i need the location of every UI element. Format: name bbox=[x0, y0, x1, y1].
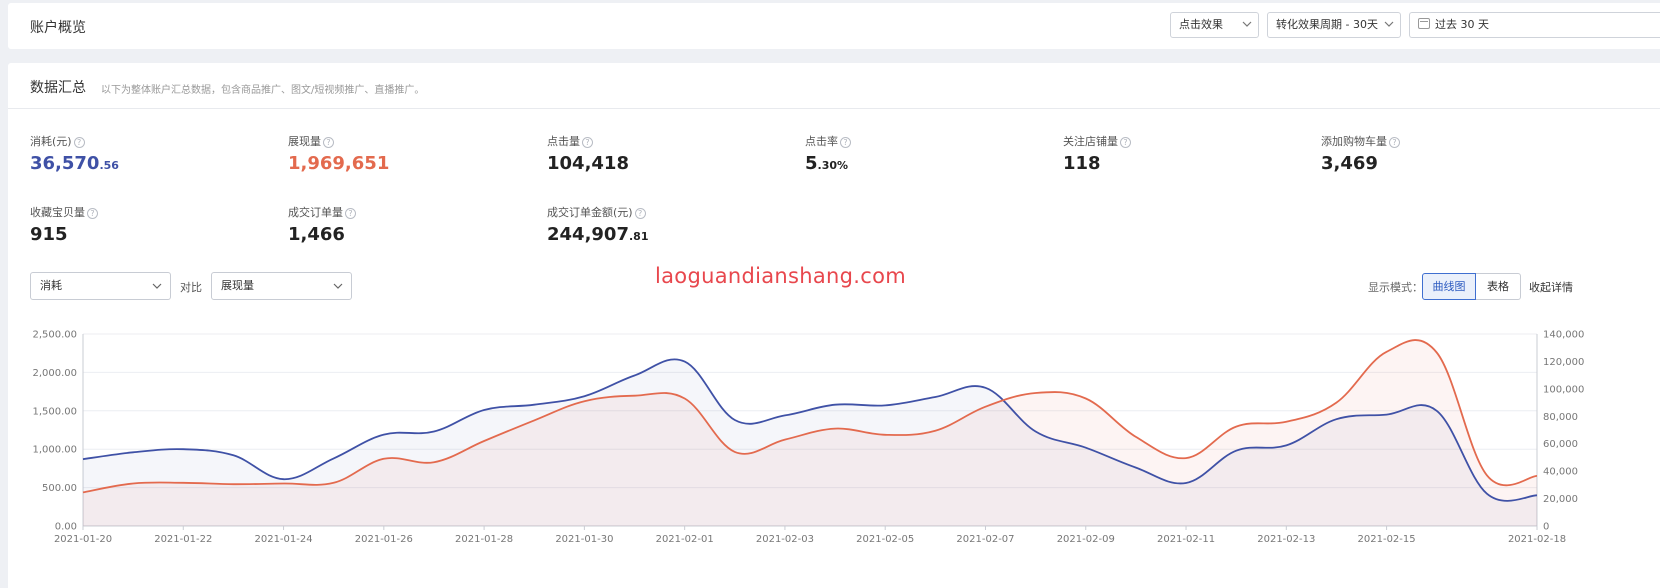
x-tick-label: 2021-01-26 bbox=[355, 534, 413, 545]
y-tick-label: 0.00 bbox=[55, 522, 77, 533]
metric-shop-follows: 关注店铺量? 118 bbox=[1063, 133, 1131, 174]
metric-value: 5 bbox=[805, 153, 818, 174]
page-title: 账户概览 bbox=[30, 20, 86, 36]
collapse-details-link[interactable]: 收起详情 bbox=[1529, 279, 1573, 295]
watermark-text: laoguandianshang.com bbox=[655, 264, 906, 288]
date-range-picker[interactable]: 过去 30 天 bbox=[1409, 12, 1660, 38]
click-effect-select-label: 点击效果 bbox=[1179, 18, 1223, 31]
metric-value: 118 bbox=[1063, 153, 1101, 174]
metric-favorites: 收藏宝贝量? 915 bbox=[30, 204, 98, 245]
metric-impressions: 展现量? 1,969,651 bbox=[288, 133, 389, 174]
y-tick-label: 1,500.00 bbox=[32, 406, 77, 417]
x-tick-label: 2021-02-15 bbox=[1358, 534, 1416, 545]
x-tick-label: 2021-01-30 bbox=[555, 534, 613, 545]
x-tick-label: 2021-02-11 bbox=[1157, 534, 1215, 545]
help-icon[interactable]: ? bbox=[87, 208, 98, 219]
summary-header: 数据汇总 以下为整体账户汇总数据，包含商品推广、图文/短视频推广、直播推广。 bbox=[8, 63, 1660, 109]
metric-value: 3,469 bbox=[1321, 153, 1378, 174]
y-tick-label: 2,500.00 bbox=[32, 330, 77, 341]
x-tick-label: 2021-02-09 bbox=[1057, 534, 1115, 545]
click-effect-select[interactable]: 点击效果 bbox=[1170, 12, 1259, 38]
metric-value-decimal: .81 bbox=[628, 230, 649, 243]
y-right-tick-label: 100,000 bbox=[1543, 384, 1584, 395]
conversion-period-select[interactable]: 转化效果周期 - 30天 bbox=[1267, 12, 1401, 38]
date-range-label: 过去 30 天 bbox=[1435, 18, 1489, 31]
x-tick-label: 2021-02-01 bbox=[656, 534, 714, 545]
y-right-tick-label: 140,000 bbox=[1543, 330, 1584, 341]
metric-value-decimal: .30% bbox=[817, 159, 849, 172]
mode-curve-button[interactable]: 曲线图 bbox=[1422, 273, 1476, 300]
summary-title: 数据汇总 bbox=[30, 80, 86, 96]
metric-label: 点击率 bbox=[805, 135, 838, 148]
y-right-tick-label: 0 bbox=[1543, 522, 1549, 533]
y-axis-right: 0 20,000 40,000 60,000 80,000 100,000 120,000 1… bbox=[1543, 330, 1584, 533]
chevron-down-icon bbox=[333, 283, 343, 289]
compare-metric-label: 展现量 bbox=[221, 279, 254, 292]
y-right-tick-label: 60,000 bbox=[1543, 439, 1578, 450]
help-icon[interactable]: ? bbox=[323, 137, 334, 148]
chevron-down-icon bbox=[152, 283, 162, 289]
chevron-down-icon bbox=[1384, 21, 1394, 27]
x-tick-label: 2021-01-22 bbox=[154, 534, 212, 545]
metric-label: 点击量 bbox=[547, 135, 580, 148]
help-icon[interactable]: ? bbox=[1389, 137, 1400, 148]
y-tick-label: 1,000.00 bbox=[32, 445, 77, 456]
conversion-period-select-label: 转化效果周期 - 30天 bbox=[1276, 18, 1378, 31]
metric-label: 成交订单金额(元) bbox=[547, 206, 633, 219]
x-tick-label: 2021-02-07 bbox=[956, 534, 1014, 545]
help-icon[interactable]: ? bbox=[582, 137, 593, 148]
calendar-icon bbox=[1418, 18, 1430, 29]
metric-orders: 成交订单量? 1,466 bbox=[288, 204, 356, 245]
y-axis-left: 0.00 500.00 1,000.00 1,500.00 2,000.00 2,500.… bbox=[32, 330, 77, 533]
metric-label: 收藏宝贝量 bbox=[30, 206, 85, 219]
x-tick-label: 2021-01-20 bbox=[54, 534, 112, 545]
metric-order-amount: 成交订单金额(元)? 244,907.81 bbox=[547, 204, 648, 245]
summary-description: 以下为整体账户汇总数据，包含商品推广、图文/短视频推广、直播推广。 bbox=[101, 85, 425, 96]
help-icon[interactable]: ? bbox=[73, 137, 85, 148]
help-icon[interactable]: ? bbox=[345, 208, 356, 219]
x-tick-label: 2021-02-18 bbox=[1508, 534, 1566, 545]
y-right-tick-label: 20,000 bbox=[1543, 494, 1578, 505]
help-icon[interactable]: ? bbox=[840, 137, 851, 148]
metric-value: 36,570 bbox=[30, 153, 100, 174]
trend-chart: 0.00 500.00 1,000.00 1,500.00 2,000.00 2,500.… bbox=[32, 330, 1584, 546]
y-tick-label: 2,000.00 bbox=[32, 368, 77, 379]
metric-value: 1,969,651 bbox=[288, 153, 390, 174]
metric-cost: 消耗(元)? 36,570.56 bbox=[30, 133, 119, 174]
top-bar: 账户概览 点击效果 转化效果周期 - 30天 过去 30 天 bbox=[8, 3, 1660, 49]
help-icon[interactable]: ? bbox=[1120, 137, 1131, 148]
metric-ctr: 点击率? 5.30% bbox=[805, 133, 851, 174]
x-tick-label: 2021-01-28 bbox=[455, 534, 513, 545]
primary-metric-select[interactable]: 消耗 bbox=[30, 272, 171, 300]
y-tick-label: 500.00 bbox=[42, 483, 77, 494]
metric-label: 关注店铺量 bbox=[1063, 135, 1118, 148]
metric-value-decimal: .56 bbox=[99, 159, 119, 172]
x-tick-label: 2021-01-24 bbox=[254, 534, 312, 545]
metric-label: 消耗(元) bbox=[30, 135, 72, 148]
y-right-tick-label: 40,000 bbox=[1543, 467, 1578, 478]
help-icon[interactable]: ? bbox=[634, 208, 646, 219]
metric-value: 915 bbox=[30, 224, 68, 245]
primary-metric-label: 消耗 bbox=[40, 279, 62, 292]
compare-label: 对比 bbox=[180, 281, 202, 294]
compare-metric-select[interactable]: 展现量 bbox=[211, 272, 352, 300]
metric-label: 展现量 bbox=[288, 135, 321, 148]
metric-value: 104,418 bbox=[547, 153, 629, 174]
metric-clicks: 点击量? 104,418 bbox=[547, 133, 629, 174]
x-tick-label: 2021-02-13 bbox=[1257, 534, 1315, 545]
metric-value: 244,907 bbox=[547, 224, 629, 245]
y-right-tick-label: 120,000 bbox=[1543, 357, 1584, 368]
chevron-down-icon bbox=[1242, 21, 1252, 27]
y-right-tick-label: 80,000 bbox=[1543, 412, 1578, 423]
metric-label: 添加购物车量 bbox=[1321, 135, 1387, 148]
x-tick-label: 2021-02-03 bbox=[756, 534, 814, 545]
metric-value: 1,466 bbox=[288, 224, 345, 245]
x-tick-label: 2021-02-05 bbox=[856, 534, 914, 545]
display-mode-label: 显示模式： bbox=[1368, 281, 1423, 294]
metric-add-to-cart: 添加购物车量? 3,469 bbox=[1321, 133, 1400, 174]
x-axis: 2021-01-20 2021-01-22 2021-01-24 2021-01-26… bbox=[54, 526, 1566, 545]
mode-table-button[interactable]: 表格 bbox=[1475, 273, 1521, 300]
metric-label: 成交订单量 bbox=[288, 206, 343, 219]
